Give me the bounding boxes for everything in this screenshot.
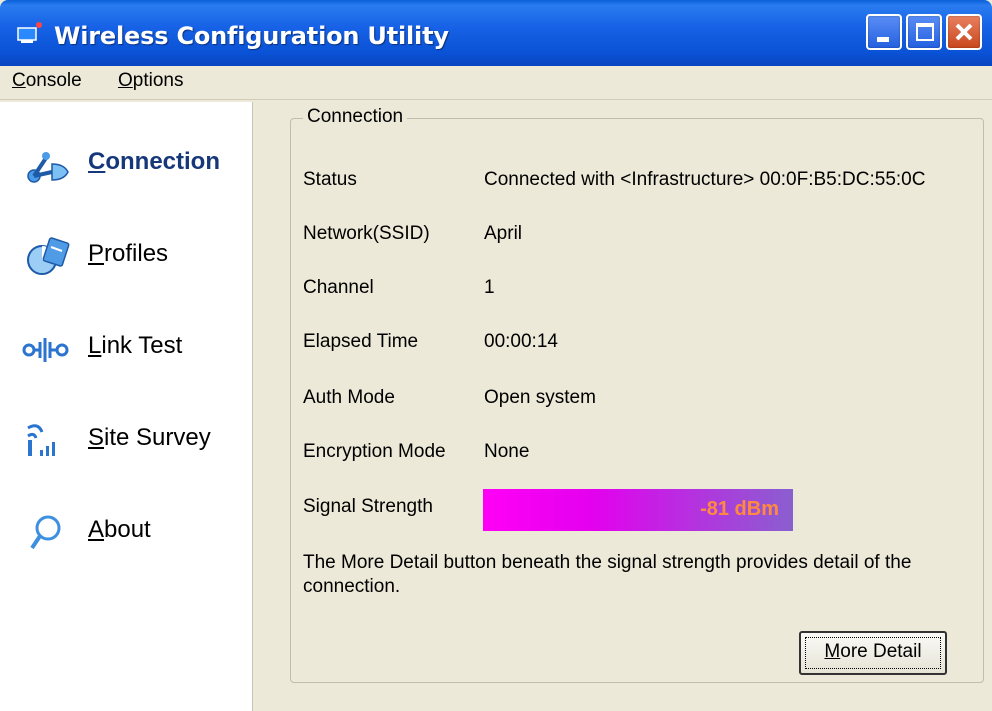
elapsed-time-label: Elapsed Time: [303, 331, 419, 352]
sidebar-item-label: Connection: [88, 148, 220, 175]
minimize-icon: [877, 37, 889, 42]
channel-label: Channel: [303, 277, 374, 298]
minimize-button[interactable]: [866, 14, 902, 50]
sidebar: Connection Profiles Link Test Site Surve…: [0, 102, 253, 711]
auth-mode-label: Auth Mode: [303, 387, 395, 408]
menu-options[interactable]: Options: [118, 70, 183, 92]
maximize-button[interactable]: [906, 14, 942, 50]
menu-bar: Console Options: [0, 66, 992, 100]
status-value: Connected with <Infrastructure> 00:0F:B5…: [484, 169, 926, 190]
about-icon: [30, 515, 61, 550]
auth-mode-value: Open system: [484, 387, 596, 408]
sidebar-item-label: Profiles: [88, 240, 169, 267]
site-survey-icon: [27, 424, 55, 456]
signal-strength-bar: -81 dBm: [483, 489, 793, 531]
channel-value: 1: [484, 277, 495, 298]
encryption-mode-value: None: [484, 441, 530, 462]
sidebar-item-label: Link Test: [88, 332, 183, 359]
sidebar-item-site-survey[interactable]: Site Survey: [0, 410, 253, 470]
close-button[interactable]: [946, 14, 982, 50]
main-panel: Connection Status Connected with <Infras…: [262, 102, 992, 711]
info-note: The More Detail button beneath the signa…: [303, 552, 912, 597]
sidebar-item-profiles[interactable]: Profiles: [0, 226, 253, 286]
profiles-icon: [27, 237, 70, 275]
window-title: Wireless Configuration Utility: [54, 22, 449, 50]
sidebar-item-connection[interactable]: Connection: [0, 134, 253, 194]
title-bar[interactable]: Wireless Configuration Utility: [0, 0, 992, 66]
signal-strength-label: Signal Strength: [303, 496, 433, 517]
sidebar-item-link-test[interactable]: Link Test: [0, 318, 253, 378]
sidebar-item-label: Site Survey: [88, 424, 211, 451]
encryption-mode-label: Encryption Mode: [303, 441, 446, 462]
app-icon: [17, 22, 42, 43]
status-label: Status: [303, 169, 357, 190]
sidebar-item-about[interactable]: About: [0, 502, 253, 562]
signal-strength-value: -81 dBm: [700, 498, 779, 520]
maximize-icon: [916, 23, 934, 41]
link-test-icon: [22, 338, 69, 362]
network-value: April: [484, 223, 523, 244]
connection-icon: [27, 152, 69, 183]
connection-group: Connection Status Connected with <Infras…: [290, 106, 984, 683]
elapsed-time-value: 00:00:14: [484, 331, 558, 352]
menu-console[interactable]: Console: [12, 70, 82, 92]
close-icon: [955, 23, 973, 41]
sidebar-item-label: About: [88, 516, 151, 543]
network-label: Network(SSID): [303, 223, 430, 244]
group-title: Connection: [303, 106, 408, 128]
more-detail-button[interactable]: More Detail: [799, 631, 947, 675]
